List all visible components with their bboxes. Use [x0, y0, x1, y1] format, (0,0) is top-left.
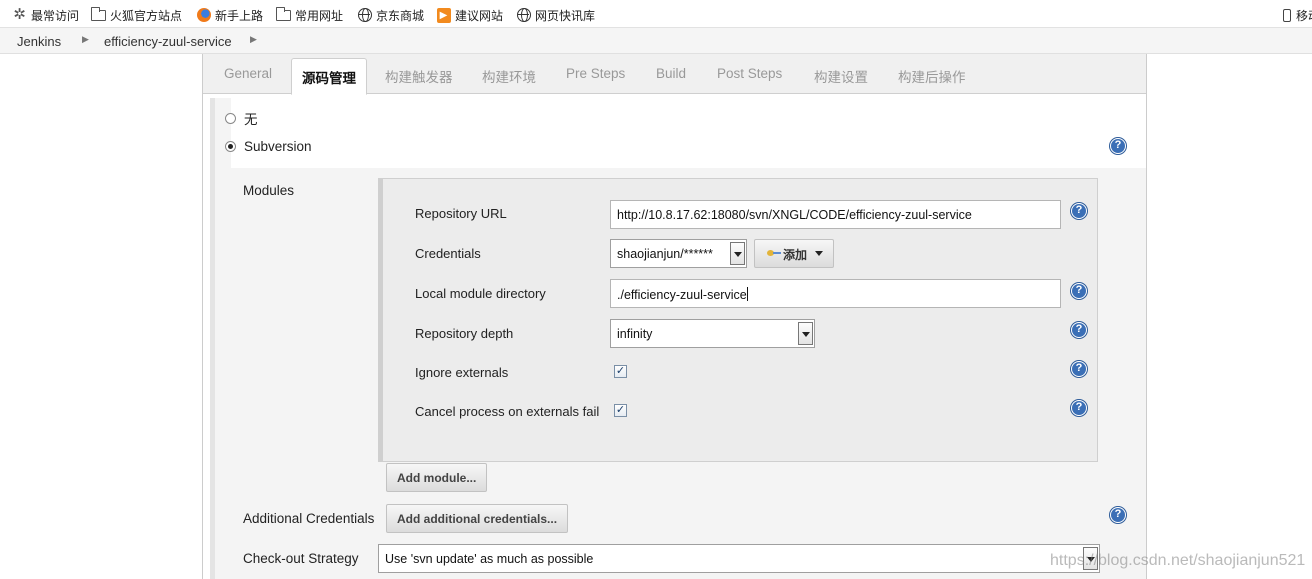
- checkout-strategy-select[interactable]: Use 'svn update' as much as possible: [378, 544, 1100, 573]
- globe-icon: [357, 8, 372, 22]
- repository-depth-select[interactable]: infinity: [610, 319, 815, 348]
- additional-credentials-label: Additional Credentials: [243, 511, 375, 526]
- bookmark-label: 最常访问: [31, 8, 80, 23]
- globe-icon: [516, 8, 531, 22]
- bookmark-common-sites[interactable]: 常用网址: [276, 6, 343, 24]
- breadcrumb-jenkins[interactable]: Jenkins: [17, 34, 61, 49]
- bookmark-label: 建议网站: [455, 8, 504, 23]
- text-cursor: [746, 287, 748, 301]
- add-credentials-button[interactable]: 添加: [754, 239, 834, 268]
- help-icon[interactable]: ?: [1071, 322, 1087, 338]
- tab-build-env[interactable]: 构建环境: [482, 66, 536, 86]
- bookmark-label: 新手上路: [215, 8, 264, 23]
- bookmark-label: 网页快讯库: [535, 8, 596, 23]
- local-module-directory-label: Local module directory: [415, 286, 546, 301]
- tab-post-build[interactable]: 构建后操作: [898, 66, 966, 86]
- radio-none[interactable]: [225, 112, 236, 124]
- credentials-value: shaojianjun/******: [617, 247, 713, 261]
- bookmark-label: 火狐官方站点: [110, 8, 183, 23]
- credentials-label: Credentials: [415, 246, 481, 261]
- bookmark-most-visited[interactable]: ✲ 最常访问: [12, 6, 79, 24]
- tab-pre-steps[interactable]: Pre Steps: [566, 66, 625, 81]
- chevron-down-icon[interactable]: [798, 322, 813, 345]
- repository-depth-value: infinity: [617, 327, 653, 341]
- bookmark-web-slices[interactable]: 网页快讯库: [516, 6, 595, 24]
- radio-subversion[interactable]: [225, 141, 236, 152]
- watermark: https://blog.csdn.net/shaojianjun521: [1050, 552, 1306, 569]
- scm-option-none-label: 无: [244, 112, 258, 127]
- chevron-right-icon[interactable]: ▶: [250, 34, 257, 45]
- tab-build-settings[interactable]: 构建设置: [814, 66, 868, 86]
- repository-url-input[interactable]: http://10.8.17.62:18080/svn/XNGL/CODE/ef…: [610, 200, 1061, 229]
- tab-scm[interactable]: 源码管理: [291, 58, 367, 95]
- tab-triggers[interactable]: 构建触发器: [385, 66, 453, 86]
- scm-option-none[interactable]: 无: [225, 108, 258, 128]
- repository-depth-label: Repository depth: [415, 326, 514, 341]
- ignore-externals-label: Ignore externals: [415, 365, 509, 380]
- bookmarks-toolbar: ✲ 最常访问 火狐官方站点 新手上路 常用网址 京东商城 ▶ 建议网站 网页快讯…: [0, 0, 1312, 28]
- mobile-icon: [1283, 8, 1291, 22]
- bookmark-suggested-sites[interactable]: ▶ 建议网站: [436, 6, 503, 24]
- modules-label: Modules: [243, 183, 295, 198]
- add-credentials-label: 添加: [783, 248, 808, 262]
- add-module-button[interactable]: Add module...: [386, 463, 488, 492]
- local-module-directory-input[interactable]: ./efficiency-zuul-service: [610, 279, 1061, 308]
- key-icon: [767, 249, 781, 257]
- tab-build[interactable]: Build: [656, 66, 686, 81]
- gear-icon: ✲: [13, 6, 26, 23]
- config-tabs: General 源码管理 构建触发器 构建环境 Pre Steps Build …: [203, 54, 1146, 95]
- bookmark-mobile[interactable]: 移动: [1282, 6, 1312, 24]
- help-icon[interactable]: ?: [1110, 507, 1126, 523]
- checkout-strategy-value: Use 'svn update' as much as possible: [385, 552, 594, 566]
- help-icon[interactable]: ?: [1071, 400, 1087, 416]
- suggested-sites-icon: ▶: [436, 7, 451, 23]
- help-icon[interactable]: ?: [1071, 203, 1087, 219]
- tab-post-steps[interactable]: Post Steps: [717, 66, 782, 81]
- chevron-down-icon[interactable]: [730, 242, 745, 265]
- cancel-externals-checkbox[interactable]: ✓: [614, 404, 627, 417]
- folder-icon: [276, 6, 291, 21]
- scm-option-subversion-label: Subversion: [244, 139, 312, 154]
- cancel-externals-label: Cancel process on externals fail: [415, 404, 600, 419]
- checkout-strategy-label: Check-out Strategy: [243, 551, 359, 566]
- add-additional-credentials-button[interactable]: Add additional credentials...: [386, 504, 569, 533]
- bookmark-getting-started[interactable]: 新手上路: [196, 6, 263, 24]
- chevron-right-icon[interactable]: ▶: [82, 34, 89, 45]
- breadcrumb: Jenkins ▶ efficiency-zuul-service ▶: [0, 28, 1312, 54]
- tab-general[interactable]: General: [224, 66, 272, 81]
- credentials-select[interactable]: shaojianjun/******: [610, 239, 747, 268]
- breadcrumb-job[interactable]: efficiency-zuul-service: [104, 34, 232, 49]
- bookmark-label: 京东商城: [376, 8, 425, 23]
- bookmark-label: 常用网址: [295, 8, 344, 23]
- folder-icon: [91, 6, 106, 21]
- help-icon[interactable]: ?: [1071, 361, 1087, 377]
- local-module-directory-value: ./efficiency-zuul-service: [617, 288, 747, 302]
- help-icon[interactable]: ?: [1071, 283, 1087, 299]
- caret-down-icon: [815, 251, 824, 256]
- ignore-externals-checkbox[interactable]: ✓: [614, 365, 627, 378]
- repository-url-label: Repository URL: [415, 206, 507, 221]
- bookmark-jd[interactable]: 京东商城: [357, 6, 424, 24]
- bookmark-firefox-site[interactable]: 火狐官方站点: [91, 6, 182, 24]
- firefox-icon: [196, 8, 211, 22]
- bookmark-label: 移动: [1296, 8, 1312, 23]
- help-icon[interactable]: ?: [1110, 138, 1126, 154]
- scm-option-subversion[interactable]: Subversion: [225, 139, 312, 154]
